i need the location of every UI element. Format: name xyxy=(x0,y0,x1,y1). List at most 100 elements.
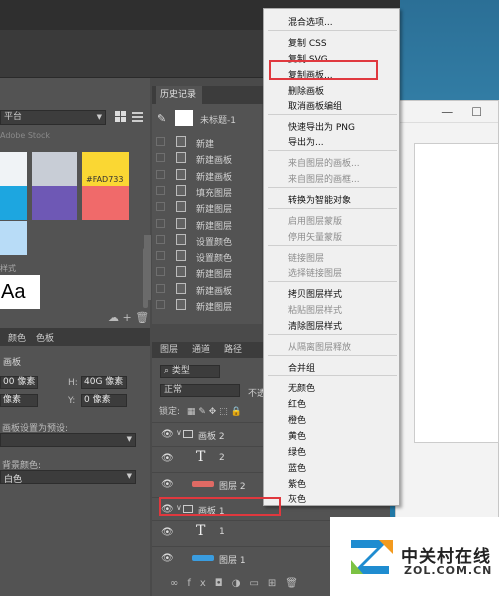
highlight-copy-artboard xyxy=(269,60,378,80)
history-item[interactable]: 新建图层 xyxy=(156,216,262,232)
cloud-icon[interactable]: ☁ xyxy=(108,311,119,324)
eye-icon[interactable]: 👁 xyxy=(161,479,174,490)
menu-separator xyxy=(268,245,397,246)
history-item[interactable]: 新建 xyxy=(156,134,262,150)
history-checkbox[interactable] xyxy=(156,137,165,146)
history-item[interactable]: 新建图层 xyxy=(156,297,262,313)
history-item[interactable]: 新建画板 xyxy=(156,167,262,183)
eye-icon[interactable]: 👁 xyxy=(161,553,174,564)
history-footer xyxy=(152,324,262,342)
layer-name: 图层 2 xyxy=(219,482,246,492)
new-layer-icon[interactable]: ⊞ xyxy=(268,578,285,589)
tab-color[interactable]: 颜色 xyxy=(8,331,26,344)
menu-item[interactable]: 转换为智能对象 xyxy=(288,193,351,206)
menu-item[interactable]: 绿色 xyxy=(288,445,306,458)
menu-item[interactable]: 取消画板编组 xyxy=(288,99,342,112)
color-swatch-fad733[interactable]: #FAD733 xyxy=(82,152,129,186)
menu-item[interactable]: 黄色 xyxy=(288,429,306,442)
fx-icon[interactable]: fx xyxy=(187,578,214,589)
menu-item[interactable]: 混合选项... xyxy=(288,15,333,28)
color-swatch[interactable] xyxy=(0,152,27,186)
history-snapshot-thumbnail[interactable] xyxy=(175,110,193,126)
trash-icon[interactable]: 🗑 xyxy=(135,311,149,324)
lock-icon[interactable]: 🔒 xyxy=(231,407,242,417)
menu-item[interactable]: 紫色 xyxy=(288,477,306,490)
history-checkbox[interactable] xyxy=(156,251,165,261)
height-field[interactable]: 40G 像素 xyxy=(81,376,127,389)
tab-swatches[interactable]: 色板 xyxy=(36,331,54,344)
maximize-icon[interactable]: ☐ xyxy=(471,105,482,119)
tab-channels[interactable]: 通道 xyxy=(192,342,210,358)
lock-artboard-icon[interactable]: ⬚ xyxy=(219,407,228,417)
background-color-dropdown[interactable]: 白色 ▼ xyxy=(0,470,136,485)
layer-filter-select[interactable]: ⌕ 类型 xyxy=(160,365,220,378)
history-item[interactable]: 新建画板 xyxy=(156,150,262,166)
menu-item[interactable]: 复制 CSS xyxy=(288,36,327,49)
history-checkbox[interactable] xyxy=(156,300,165,309)
color-swatch[interactable] xyxy=(0,186,27,220)
history-scrollbar[interactable] xyxy=(144,235,151,300)
shape-thumbnail xyxy=(192,481,214,487)
history-item[interactable]: 新建画板 xyxy=(156,281,262,297)
mask-icon[interactable]: ◘ xyxy=(215,578,232,589)
menu-item[interactable]: 快速导出为 PNG xyxy=(288,120,355,133)
lock-position-icon[interactable]: ✥ xyxy=(209,407,217,417)
history-checkbox[interactable] xyxy=(156,202,165,212)
grid-view-icon[interactable] xyxy=(114,110,127,123)
lock-pixels-icon[interactable]: ▦ xyxy=(187,407,196,417)
width-field[interactable]: 00 像素 xyxy=(0,376,38,389)
folder-icon[interactable]: ▭ xyxy=(249,578,267,589)
trash-icon[interactable]: 🗑 xyxy=(285,578,307,589)
lock-brush-icon[interactable]: ✎ xyxy=(198,407,206,417)
adjustment-icon[interactable]: ◑ xyxy=(232,578,250,589)
history-item[interactable]: 设置颜色 xyxy=(156,232,262,248)
history-item[interactable]: 新建图层 xyxy=(156,199,262,215)
history-checkbox[interactable] xyxy=(156,169,165,179)
menu-item[interactable]: 灰色 xyxy=(288,492,306,505)
list-view-icon[interactable] xyxy=(131,110,144,123)
text-style-preview[interactable]: Aa xyxy=(0,275,40,309)
history-checkbox[interactable] xyxy=(156,218,165,228)
history-item[interactable]: 新建图层 xyxy=(156,264,262,280)
background-window: — ☐ xyxy=(395,100,499,520)
minimize-icon[interactable]: — xyxy=(441,105,453,119)
history-item-label: 设置颜色 xyxy=(196,237,233,248)
preset-dropdown[interactable]: ▼ xyxy=(0,433,136,447)
menu-item[interactable]: 删除画板 xyxy=(288,84,324,97)
color-swatch[interactable] xyxy=(0,221,27,255)
color-swatch[interactable] xyxy=(82,186,129,220)
eye-icon[interactable]: 👁 xyxy=(161,527,174,538)
menu-item[interactable]: 红色 xyxy=(288,397,306,410)
menu-item[interactable]: 导出为... xyxy=(288,135,324,148)
history-checkbox[interactable] xyxy=(156,234,165,244)
add-icon[interactable]: + xyxy=(123,311,132,324)
tab-paths[interactable]: 路径 xyxy=(224,342,242,358)
eye-icon[interactable]: 👁 xyxy=(161,453,174,464)
history-checkbox[interactable] xyxy=(156,267,165,277)
menu-item[interactable]: 橙色 xyxy=(288,413,306,426)
color-swatch[interactable] xyxy=(32,152,77,186)
menu-item[interactable]: 清除图层样式 xyxy=(288,319,342,332)
link-icon[interactable]: ∞ xyxy=(170,578,187,589)
tab-layers[interactable]: 图层 xyxy=(160,342,178,358)
history-item[interactable]: 填充图层 xyxy=(156,183,262,199)
chevron-down-icon[interactable]: ∨ xyxy=(176,428,182,437)
color-swatch[interactable] xyxy=(32,186,77,220)
eye-icon[interactable]: 👁 xyxy=(161,429,174,440)
history-checkbox[interactable] xyxy=(156,283,165,293)
y-field[interactable]: 0 像素 xyxy=(81,394,127,407)
history-checkbox[interactable] xyxy=(156,185,165,195)
library-source-select[interactable]: 平台 ▼ xyxy=(0,110,106,125)
tab-history[interactable]: 历史记录 xyxy=(156,86,202,104)
chevron-down-icon: ▼ xyxy=(126,435,132,443)
menu-item[interactable]: 合并组 xyxy=(288,361,315,374)
history-checkbox[interactable] xyxy=(156,153,165,163)
blend-mode-select[interactable]: 正常 xyxy=(160,384,240,397)
menu-separator xyxy=(268,114,397,115)
menu-item: 选择链接图层 xyxy=(288,269,343,279)
menu-item[interactable]: 拷贝图层样式 xyxy=(288,287,342,300)
menu-item[interactable]: 无颜色 xyxy=(288,381,315,394)
history-item[interactable]: 设置颜色 xyxy=(156,248,262,264)
menu-item[interactable]: 蓝色 xyxy=(288,461,306,474)
x-field[interactable]: 像素 xyxy=(0,394,38,407)
